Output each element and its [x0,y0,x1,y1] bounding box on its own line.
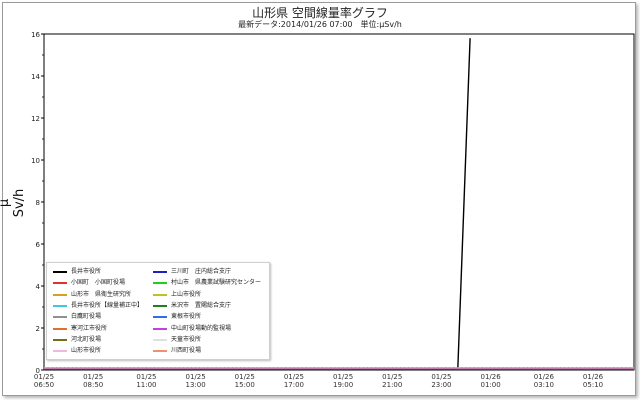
x-tick-time: 23:00 [431,381,451,389]
legend-swatch [153,350,167,353]
x-tick-time: 13:00 [186,381,206,389]
legend-label: 山形市役所 [71,347,102,355]
legend-swatch [153,327,167,330]
x-tick-date: 01/25 [136,373,156,381]
legend-swatch [153,271,167,273]
legend-label: 白鷹町役場 [71,313,102,321]
y-tick-label: 2 [36,325,40,333]
y-tick-label: 6 [36,241,41,249]
legend-swatch [53,327,67,330]
x-tick-time: 15:00 [235,381,255,389]
legend-swatch [153,316,167,319]
y-tick-label: 10 [31,157,40,165]
x-tick-date: 01/25 [284,373,304,381]
x-tick-time: 06:50 [34,381,54,389]
legend-swatch [53,350,67,353]
x-tick-date: 01/25 [431,373,451,381]
x-tick-date: 01/25 [333,373,353,381]
legend-swatch [53,304,67,307]
legend-swatch [53,282,67,285]
legend-label: 長井市役所 [71,268,102,275]
y-tick-label: 4 [36,283,41,291]
legend-swatch [53,316,67,319]
legend-label: 中山町役場動的監視場 [171,324,232,332]
legend-label: 長井市役所【線量補正中】 [71,301,144,309]
legend-label: 小国町 小国町役場 [71,279,126,287]
x-tick-time: 11:00 [136,381,156,389]
legend-label: 河北町役場 [71,335,102,343]
legend-swatch [153,293,167,296]
x-tick-time: 21:00 [382,381,402,389]
y-tick-label: 14 [31,73,40,81]
y-tick-label: 8 [36,199,40,207]
legend-swatch [53,338,67,341]
x-tick-date: 01/25 [186,373,206,381]
x-tick-date: 01/25 [382,373,402,381]
legend-swatch [153,282,167,285]
legend-label: 上山市役所 [171,290,202,298]
legend-label: 川西町役場 [171,347,202,355]
x-tick-date: 01/25 [83,373,103,381]
legend-swatch [153,338,167,341]
x-tick-date: 01/26 [583,373,604,381]
x-tick-date: 01/25 [34,373,54,381]
legend-swatch [153,304,167,307]
x-tick-time: 08:50 [83,381,103,389]
x-tick-time: 03:10 [534,381,554,389]
x-tick-time: 17:00 [284,381,304,389]
x-tick-date: 01/25 [235,373,255,381]
legend-swatch [53,271,67,273]
legend-label: 三川町 庄内総合支庁 [171,268,232,275]
x-tick-time: 01:00 [481,381,501,389]
x-tick-time: 05:10 [583,381,603,389]
legend-label: 天童市役所 [171,335,202,343]
legend-swatch [53,293,67,296]
legend-label: 東根市役所 [171,313,202,321]
legend: 長井市役所小国町 小国町役場 山形市 県衛生研究所長井市役所【線量補正中】 白鷹町役… [46,262,270,360]
legend-label: 米沢市 置賜総合支庁 [171,301,232,309]
y-tick-label: 12 [31,115,40,123]
y-tick-label: 16 [31,31,40,39]
legend-label: 村山市 県農業試験研究センター [171,279,262,287]
legend-label: 山形市 県衛生研究所 [71,290,132,298]
x-tick-date: 01/26 [534,373,555,381]
x-tick-date: 01/26 [481,373,502,381]
legend-label: 寒河江市役所 [71,324,108,332]
x-tick-time: 19:00 [333,381,353,389]
